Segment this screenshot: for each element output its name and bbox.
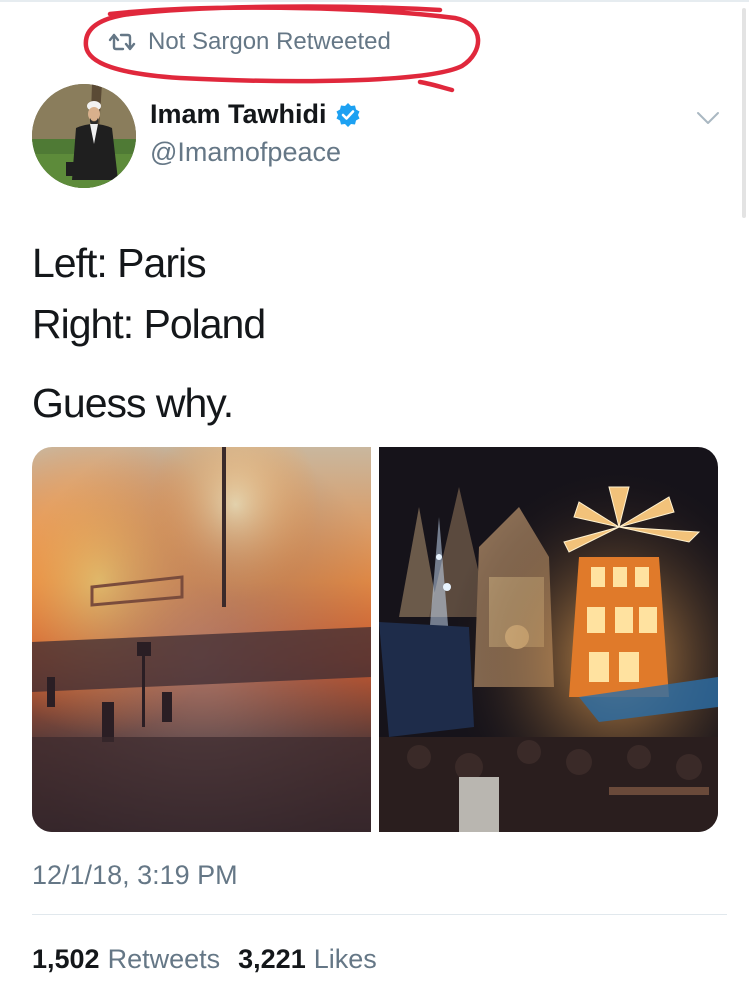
scrollbar[interactable]: [742, 8, 746, 218]
avatar[interactable]: [32, 84, 136, 188]
tweet-timestamp[interactable]: 12/1/18, 3:19 PM: [32, 860, 238, 891]
likes-stat[interactable]: 3,221 Likes: [238, 944, 377, 975]
tweet-text-line-1: Left: Paris: [32, 240, 207, 286]
chevron-down-icon[interactable]: [694, 104, 722, 132]
retweet-icon: [108, 33, 136, 51]
top-divider: [0, 0, 749, 2]
media-photo-left[interactable]: [32, 447, 371, 832]
media-photo-right[interactable]: [379, 447, 718, 832]
author-handle[interactable]: @Imamofpeace: [150, 137, 341, 168]
retweets-label: Retweets: [107, 944, 221, 974]
stats-divider: [32, 914, 727, 915]
tweet-text-line-3: Guess why.: [32, 380, 234, 426]
avatar-photo: [32, 84, 136, 188]
retweets-stat[interactable]: 1,502 Retweets: [32, 944, 220, 975]
verified-badge-icon: [336, 102, 360, 127]
tweet-stats: 1,502 Retweets 3,221 Likes: [32, 944, 395, 975]
fire-and-smoke-street-photo: [32, 447, 371, 832]
tweet-media: [32, 447, 718, 832]
retweet-context-text: Not Sargon Retweeted: [148, 28, 391, 55]
retweet-context[interactable]: Not Sargon Retweeted: [108, 28, 391, 56]
christmas-market-night-photo: [379, 447, 718, 832]
tweet-page: Not Sargon Retweeted Imam Tawhidi @Imamo…: [0, 0, 749, 985]
tweet-text-line-2: Right: Poland: [32, 301, 266, 347]
author-display-name: Imam Tawhidi: [150, 99, 327, 129]
retweets-count: 1,502: [32, 944, 100, 974]
likes-count: 3,221: [238, 944, 306, 974]
author-name[interactable]: Imam Tawhidi: [150, 99, 361, 130]
likes-label: Likes: [313, 944, 377, 974]
